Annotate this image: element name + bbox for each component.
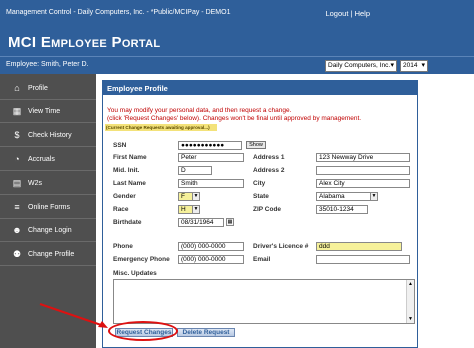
annotation-arrow [39,303,108,328]
arrow-shaft [39,303,105,327]
